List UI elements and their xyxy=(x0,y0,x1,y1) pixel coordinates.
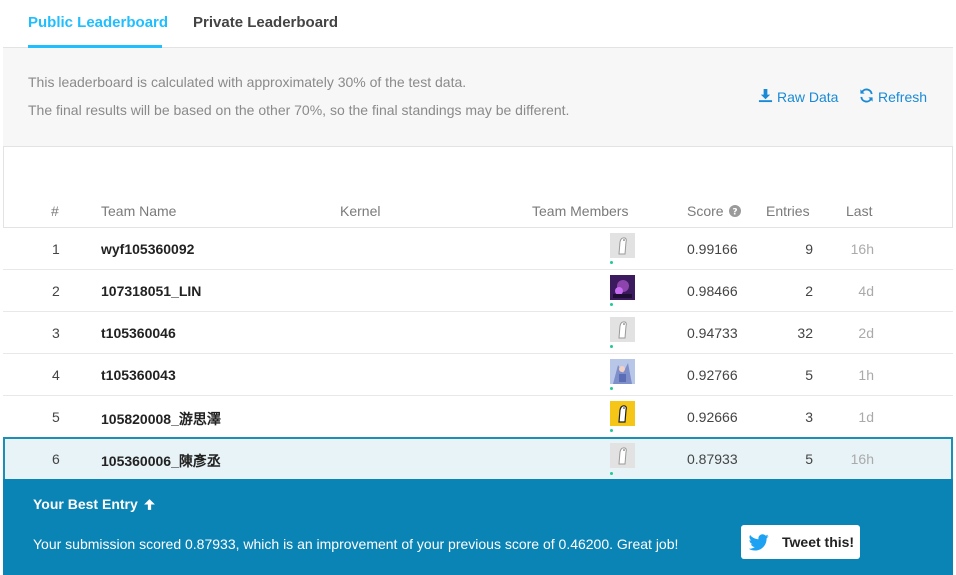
twitter-icon xyxy=(747,530,771,554)
tab-private-leaderboard[interactable]: Private Leaderboard xyxy=(193,14,338,31)
avatar[interactable] xyxy=(610,317,635,342)
col-team-header: Team Name xyxy=(101,203,177,219)
row-team-name[interactable]: t105360046 xyxy=(101,325,176,341)
row-rank: 2 xyxy=(52,283,60,299)
row-team-name[interactable]: 105360006_陳彥丞 xyxy=(101,451,221,471)
tab-public-leaderboard[interactable]: Public Leaderboard xyxy=(28,14,168,31)
arrow-up-icon xyxy=(143,498,156,511)
row-score: 0.92666 xyxy=(687,409,738,425)
row-entries: 32 xyxy=(797,325,813,341)
row-entries: 5 xyxy=(805,451,813,467)
raw-data-button[interactable]: Raw Data xyxy=(758,88,838,106)
row-team-name[interactable]: t105360043 xyxy=(101,367,176,383)
avatar[interactable] xyxy=(610,359,635,384)
online-status-dot xyxy=(610,472,613,475)
row-score: 0.87933 xyxy=(687,451,738,467)
row-rank: 4 xyxy=(52,367,60,383)
row-entries: 9 xyxy=(805,241,813,257)
best-entry-title: Your Best Entry xyxy=(33,496,156,512)
row-last: 1h xyxy=(858,367,874,383)
refresh-button[interactable]: Refresh xyxy=(859,88,927,106)
row-last: 16h xyxy=(850,241,874,257)
svg-text:?: ? xyxy=(732,208,737,218)
row-rank: 5 xyxy=(52,409,60,425)
best-entry-message: Your submission scored 0.87933, which is… xyxy=(33,536,679,552)
download-icon xyxy=(758,88,777,106)
col-score-header: Score ? xyxy=(687,203,741,219)
avatar[interactable] xyxy=(610,233,635,258)
best-entry-title-label: Your Best Entry xyxy=(33,496,138,512)
tweet-button-label: Tweet this! xyxy=(782,534,855,550)
col-last-header: Last xyxy=(846,203,873,219)
row-last: 1d xyxy=(858,409,874,425)
row-rank: 1 xyxy=(52,241,60,257)
online-status-dot xyxy=(610,429,613,432)
refresh-label: Refresh xyxy=(878,89,928,105)
score-header-label: Score xyxy=(687,203,724,219)
row-team-name[interactable]: wyf105360092 xyxy=(101,241,194,257)
table-row: 4 t105360043 0.92766 5 1h xyxy=(3,354,953,396)
tweet-button[interactable]: Tweet this! xyxy=(741,525,860,559)
help-icon[interactable]: ? xyxy=(728,205,741,218)
row-team-name[interactable]: 107318051_LIN xyxy=(101,283,201,299)
row-score: 0.92766 xyxy=(687,367,738,383)
table-row: 2 107318051_LIN 0.98466 2 4d xyxy=(3,270,953,312)
info-line-1: This leaderboard is calculated with appr… xyxy=(28,74,467,90)
row-last: 16h xyxy=(850,451,874,467)
best-entry-banner: Your Best Entry Your submission scored 0… xyxy=(3,479,953,575)
leaderboard-tabs: Public Leaderboard Private Leaderboard xyxy=(3,0,953,48)
info-banner: This leaderboard is calculated with appr… xyxy=(3,48,953,147)
avatar[interactable] xyxy=(610,401,635,426)
row-last: 4d xyxy=(858,283,874,299)
row-entries: 5 xyxy=(805,367,813,383)
row-score: 0.99166 xyxy=(687,241,738,257)
row-last: 2d xyxy=(858,325,874,341)
col-kernel-header: Kernel xyxy=(340,203,381,219)
table-row: 3 t105360046 0.94733 32 2d xyxy=(3,312,953,354)
table-row: 1 wyf105360092 0.99166 9 16h xyxy=(3,228,953,270)
table-header: # Team Name Kernel Team Members Score ? … xyxy=(3,198,953,228)
row-rank: 3 xyxy=(52,325,60,341)
row-rank: 6 xyxy=(52,451,60,467)
refresh-icon xyxy=(859,88,878,106)
table-row: 5 105820008_游思澤 0.92666 3 1d xyxy=(3,396,953,438)
row-score: 0.94733 xyxy=(687,325,738,341)
online-status-dot xyxy=(610,261,613,264)
row-entries: 2 xyxy=(805,283,813,299)
row-team-name[interactable]: 105820008_游思澤 xyxy=(101,409,221,429)
col-members-header: Team Members xyxy=(532,203,629,219)
col-entries-header: Entries xyxy=(766,203,810,219)
row-score: 0.98466 xyxy=(687,283,738,299)
online-status-dot xyxy=(610,387,613,390)
info-line-2: The final results will be based on the o… xyxy=(28,102,570,118)
row-entries: 3 xyxy=(805,409,813,425)
avatar[interactable] xyxy=(610,275,635,300)
online-status-dot xyxy=(610,345,613,348)
avatar[interactable] xyxy=(610,443,635,468)
raw-data-label: Raw Data xyxy=(777,89,839,105)
online-status-dot xyxy=(610,303,613,306)
table-row-current-user: 6 105360006_陳彥丞 0.87933 5 16h xyxy=(3,437,953,481)
col-rank-header: # xyxy=(51,203,59,219)
